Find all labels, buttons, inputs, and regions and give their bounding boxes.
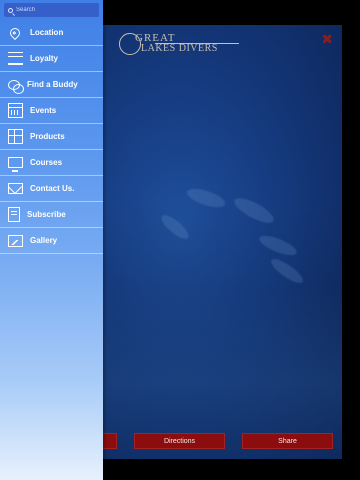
share-button[interactable]: Share <box>242 433 333 449</box>
menu-item-label: Subscribe <box>27 210 66 219</box>
menu-item-label: Loyalty <box>30 54 59 63</box>
menu-item-label: Courses <box>30 158 63 167</box>
picture-icon <box>8 234 23 247</box>
calendar-icon <box>8 103 23 118</box>
search-icon <box>8 7 13 13</box>
location-pin-icon <box>7 25 23 40</box>
app-screen: GREAT LAKES DIVERS ✖ Directions Share Lo… <box>0 0 360 480</box>
menu-item-label: Products <box>30 132 65 141</box>
menu-item-find-a-buddy[interactable]: Find a Buddy <box>0 72 103 98</box>
chat-bubbles-icon <box>8 79 24 94</box>
monitor-icon <box>8 157 23 172</box>
directions-button[interactable]: Directions <box>134 433 225 449</box>
envelope-icon <box>8 183 23 194</box>
search-bar[interactable] <box>4 3 99 17</box>
great-lakes-divers-logo: GREAT LAKES DIVERS <box>119 29 249 59</box>
menu-item-label: Location <box>30 28 64 37</box>
menu-item-location[interactable]: Location <box>0 20 103 46</box>
side-menu-drawer: Location Loyalty Find a Buddy Events Pro… <box>0 0 103 480</box>
side-menu: Location Loyalty Find a Buddy Events Pro… <box>0 20 103 254</box>
close-icon[interactable]: ✖ <box>321 31 333 48</box>
menu-item-loyalty[interactable]: Loyalty <box>0 46 103 72</box>
menu-item-label: Gallery <box>30 236 58 245</box>
menu-item-label: Contact Us. <box>30 184 75 193</box>
menu-item-courses[interactable]: Courses <box>0 150 103 176</box>
search-input[interactable] <box>16 7 96 13</box>
menu-item-gallery[interactable]: Gallery <box>0 228 103 254</box>
menu-item-label: Find a Buddy <box>27 80 78 89</box>
menu-item-label: Events <box>30 106 57 115</box>
products-grid-icon <box>8 129 23 144</box>
menu-item-subscribe[interactable]: Subscribe <box>0 202 103 228</box>
menu-item-products[interactable]: Products <box>0 124 103 150</box>
document-icon <box>8 207 20 222</box>
list-icon <box>8 52 23 65</box>
menu-item-events[interactable]: Events <box>0 98 103 124</box>
menu-item-contact-us[interactable]: Contact Us. <box>0 176 103 202</box>
logo-line-2: LAKES DIVERS <box>141 43 218 54</box>
